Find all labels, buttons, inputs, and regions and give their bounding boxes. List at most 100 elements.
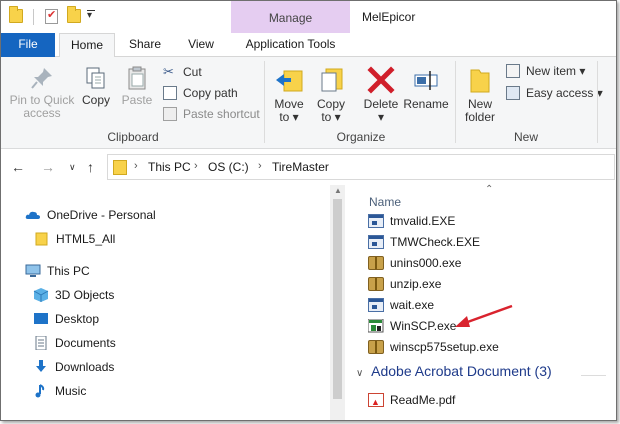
back-arrow-icon[interactable]: ← [11,159,25,175]
tab-view[interactable]: View [179,33,223,57]
cut-button[interactable]: ✂ Cut [163,63,202,81]
file-name: unzip.exe [390,277,442,291]
group-separator [597,61,598,143]
organize-group-label: Organize [336,130,386,144]
paste-button[interactable]: Paste [119,65,155,107]
breadcrumb-chevron-icon[interactable]: › [194,160,198,172]
file-name: WinSCP.exe [390,319,457,333]
scrollbar-thumb[interactable] [333,199,342,399]
tab-file[interactable]: File [1,33,55,57]
navigation-pane-scrollbar[interactable]: ▲ [330,185,345,420]
ribbon-tabs: File Home Share View Application Tools [1,33,616,58]
tab-application-tools[interactable]: Application Tools [231,33,350,57]
delete-button[interactable]: Delete ▾ [361,65,401,124]
manage-contextual-tab[interactable]: Manage [231,1,350,33]
paste-icon [128,66,146,90]
file-name: ReadMe.pdf [390,393,456,407]
forward-arrow-icon[interactable]: → [41,159,55,175]
new-item-icon [506,64,520,78]
installer-icon [368,277,384,291]
folder-icon[interactable] [9,6,23,23]
installer-icon [368,340,384,354]
installer-icon [368,256,384,270]
group-separator [264,61,265,143]
new-item-button[interactable]: New item ▾ [506,62,585,80]
new-folder-icon [470,69,490,93]
nav-item-label: OneDrive - Personal [47,208,156,222]
nav-item-label: Documents [55,336,116,350]
copy-to-label-2: to ▾ [321,110,341,124]
scroll-up-arrow-icon[interactable]: ▲ [334,186,342,195]
music-icon [33,384,49,398]
navigation-bar: ← → ∨ ↑ › This PC › OS (C:) › TireMaster [1,149,616,185]
paste-shortcut-label: Paste shortcut [183,107,260,121]
nav-item-label: Desktop [55,312,100,326]
rename-icon [414,71,438,90]
file-list-scrollbar[interactable] [606,185,616,420]
pin-to-quick-access-button[interactable]: Pin to Quick access [7,65,77,120]
rename-label: Rename [403,97,449,111]
up-arrow-icon[interactable]: ↑ [87,159,94,175]
move-to-button[interactable]: Move to ▾ [269,65,309,124]
pin-label-line2: access [23,106,61,120]
address-bar[interactable]: › This PC › OS (C:) › TireMaster [107,154,615,180]
nav-item-label: 3D Objects [55,288,115,302]
desktop-icon [33,312,49,326]
delete-dropdown: ▾ [377,110,385,124]
easy-access-label: Easy access ▾ [526,86,603,100]
copy-to-button[interactable]: Copy to ▾ [311,65,351,124]
copy-path-button[interactable]: Copy path [163,84,238,102]
breadcrumb-os-c[interactable]: OS (C:) [208,160,249,174]
navigation-pane: OneDrive - Personal HTML5_All This PC 3D… [1,185,345,420]
cut-label: Cut [183,65,202,79]
delete-icon [367,66,395,94]
file-group-header[interactable]: ∨ Adobe Acrobat Document (3) [356,363,552,379]
copy-label: Copy [81,93,110,107]
new-folder-icon[interactable] [67,6,81,23]
tab-home[interactable]: Home [59,33,115,58]
easy-access-icon [506,86,520,100]
cloud-icon [25,208,41,222]
folder-icon [34,232,50,246]
breadcrumb-tiremaster[interactable]: TireMaster [272,160,329,174]
computer-icon [25,264,41,278]
tab-share[interactable]: Share [121,33,169,57]
ribbon: Pin to Quick access Copy Paste ✂ Cut Cop… [1,57,616,149]
copy-button[interactable]: Copy [79,65,113,107]
file-name: wait.exe [390,298,435,312]
copy-path-label: Copy path [183,86,238,100]
properties-icon[interactable] [45,8,58,24]
rename-button[interactable]: Rename [403,65,449,111]
file-explorer-window: ▾ Manage MelEpicor File Home Share View … [0,0,617,421]
new-item-label: New item ▾ [526,64,586,78]
paste-shortcut-button[interactable]: Paste shortcut [163,105,260,123]
breadcrumb-chevron-icon[interactable]: › [134,160,138,172]
move-to-label-2: to ▾ [279,110,299,124]
copy-to-icon [321,68,343,92]
folder-icon [113,160,127,175]
paste-shortcut-icon [163,107,177,121]
breadcrumb-chevron-icon[interactable]: › [258,160,262,172]
paste-label: Paste [121,93,153,107]
winscp-icon [367,318,384,333]
file-name: tmvalid.EXE [390,214,456,228]
breadcrumb-this-pc[interactable]: This PC [148,160,191,174]
cube-icon [33,288,49,302]
recent-locations-chevron-icon[interactable]: ∨ [69,162,76,173]
copy-path-icon [163,86,177,100]
exe-icon [368,298,384,312]
scissors-icon: ✂ [163,64,174,79]
collapse-chevron-icon[interactable]: ∨ [356,368,368,379]
easy-access-button[interactable]: Easy access ▾ [506,84,603,102]
nav-item-label: HTML5_All [56,232,116,246]
nav-item-label: This PC [47,264,90,278]
sort-ascending-icon: ⌃ [485,184,494,195]
name-column-header[interactable]: Name [369,195,401,209]
nav-item-label: Downloads [55,360,115,374]
new-folder-button[interactable]: New folder [460,65,500,124]
customize-dropdown-icon[interactable]: ▾ [87,10,96,21]
file-list-pane: ⌃ Name tmvalid.EXE TMWCheck.EXE unins000… [351,184,611,420]
new-group-label: New [513,130,538,144]
nav-item-label: Music [55,384,87,398]
file-name: unins000.exe [390,256,462,270]
